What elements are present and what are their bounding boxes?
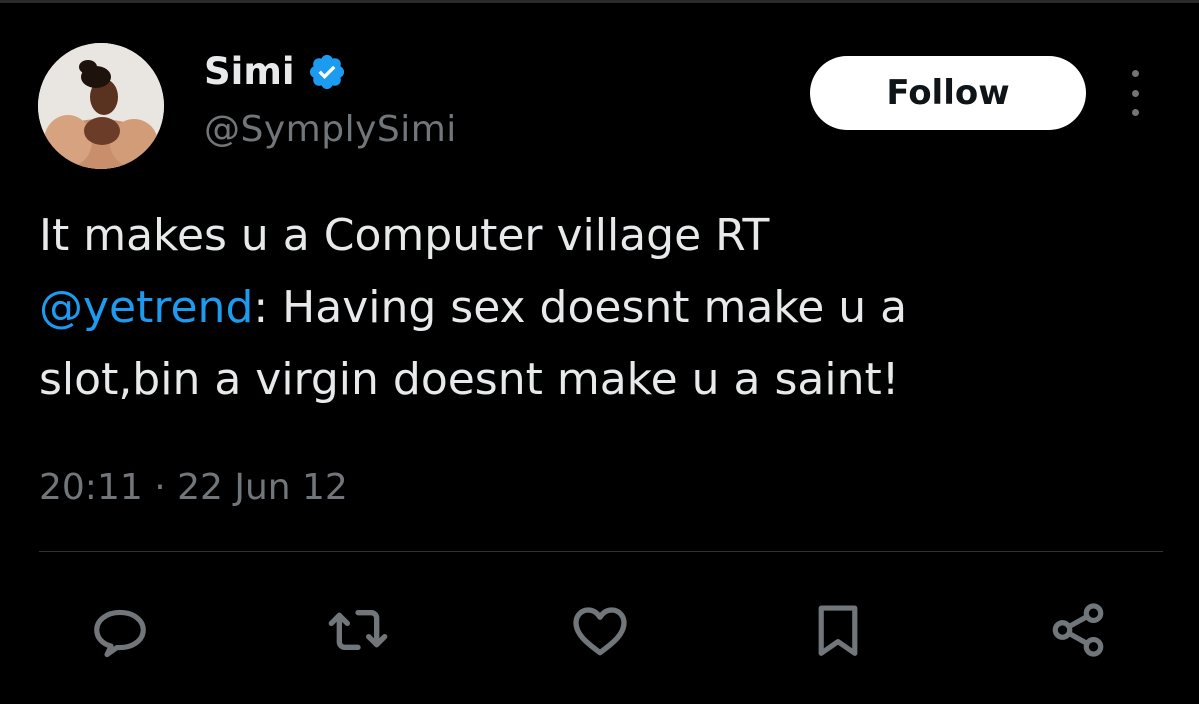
bookmark-icon bbox=[818, 605, 858, 656]
more-dot bbox=[1131, 109, 1139, 116]
retweet-icon bbox=[328, 610, 388, 650]
verified-badge-icon bbox=[307, 52, 347, 92]
display-name-text[interactable]: Simi bbox=[204, 48, 295, 96]
tweet-text: It makes u a Computer village RT @yetren… bbox=[39, 200, 1159, 416]
share-button[interactable] bbox=[1046, 598, 1110, 662]
like-icon bbox=[573, 607, 627, 656]
avatar[interactable] bbox=[38, 43, 164, 169]
mention-link[interactable]: @yetrend bbox=[39, 282, 253, 333]
reply-button[interactable] bbox=[88, 598, 152, 662]
tweet-text-part: It makes u a Computer village RT bbox=[39, 210, 770, 261]
more-options-icon[interactable] bbox=[1118, 70, 1152, 116]
top-border bbox=[0, 0, 1199, 3]
follow-button[interactable]: Follow bbox=[810, 56, 1086, 130]
tweet-timestamp[interactable]: 20:11 · 22 Jun 12 bbox=[39, 462, 348, 514]
share-icon bbox=[1052, 603, 1104, 657]
divider bbox=[39, 551, 1163, 552]
more-dot bbox=[1131, 89, 1139, 97]
bookmark-button[interactable] bbox=[806, 598, 870, 662]
retweet-button[interactable] bbox=[326, 598, 390, 662]
like-button[interactable] bbox=[568, 598, 632, 662]
author-handle[interactable]: @SymplySimi bbox=[204, 106, 457, 154]
more-dot bbox=[1131, 70, 1139, 77]
display-name[interactable]: Simi bbox=[204, 48, 347, 96]
reply-icon bbox=[94, 609, 146, 658]
